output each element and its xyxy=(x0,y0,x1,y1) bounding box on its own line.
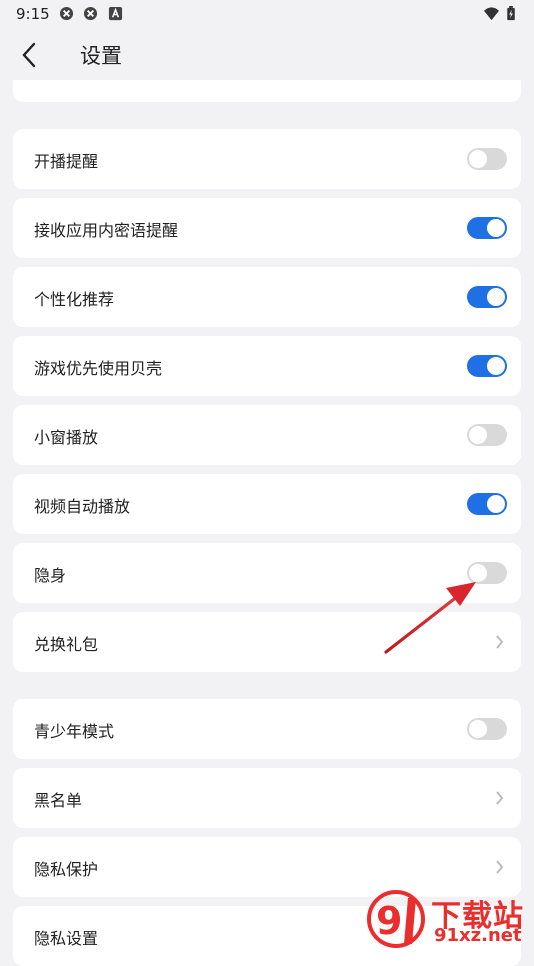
setting-live-reminder[interactable]: 开播提醒 xyxy=(13,129,521,189)
setting-label: 个性化推荐 xyxy=(34,290,115,309)
header: 设置 xyxy=(0,28,534,80)
setting-blacklist[interactable]: 黑名单 xyxy=(13,768,521,828)
status-time: 9:15 xyxy=(16,5,50,23)
video-autoplay-toggle[interactable] xyxy=(467,493,507,515)
setting-label: 小窗播放 xyxy=(34,428,99,447)
setting-label: 兑换礼包 xyxy=(34,635,99,654)
chevron-right-icon xyxy=(496,860,504,874)
wifi-icon xyxy=(484,7,499,21)
status-bar: 9:15 xyxy=(0,0,534,28)
setting-mini-window[interactable]: 小窗播放 xyxy=(13,405,521,465)
setting-label: 青少年模式 xyxy=(34,722,115,741)
toggle-knob xyxy=(487,495,505,513)
setting-label: 游戏优先使用贝壳 xyxy=(34,359,163,378)
mini-window-toggle[interactable] xyxy=(467,424,507,446)
app-notification-icon-2 xyxy=(83,6,98,21)
toggle-knob xyxy=(487,219,505,237)
setting-label: 视频自动播放 xyxy=(34,497,131,516)
whisper-reminder-toggle[interactable] xyxy=(467,217,507,239)
game-shell-priority-toggle[interactable] xyxy=(467,355,507,377)
setting-game-shell-priority[interactable]: 游戏优先使用贝壳 xyxy=(13,336,521,396)
watermark-url: 91xz.net xyxy=(434,925,522,946)
setting-label: 隐私保护 xyxy=(34,860,99,879)
font-notification-icon xyxy=(108,6,123,21)
teen-mode-toggle[interactable] xyxy=(467,718,507,740)
setting-label: 隐私设置 xyxy=(34,929,99,948)
toggle-knob xyxy=(469,720,487,738)
live-reminder-toggle[interactable] xyxy=(467,148,507,170)
annotation-arrow-icon xyxy=(384,582,476,654)
toggle-knob xyxy=(487,357,505,375)
battery-icon xyxy=(507,6,515,21)
setting-video-autoplay[interactable]: 视频自动播放 xyxy=(13,474,521,534)
app-notification-icon xyxy=(59,6,74,21)
toggle-knob xyxy=(487,288,505,306)
chevron-right-icon xyxy=(496,635,504,649)
setting-label: 开播提醒 xyxy=(34,152,99,171)
setting-personalized-recommend[interactable]: 个性化推荐 xyxy=(13,267,521,327)
toggle-knob xyxy=(469,150,487,168)
setting-label: 黑名单 xyxy=(34,791,83,810)
back-arrow-icon[interactable] xyxy=(14,40,44,70)
setting-label: 隐身 xyxy=(34,566,67,585)
toggle-knob xyxy=(469,426,487,444)
setting-teen-mode[interactable]: 青少年模式 xyxy=(13,699,521,759)
setting-label: 接收应用内密语提醒 xyxy=(34,221,179,240)
setting-whisper-reminder[interactable]: 接收应用内密语提醒 xyxy=(13,198,521,258)
svg-text:9: 9 xyxy=(376,899,402,943)
personalized-recommend-toggle[interactable] xyxy=(467,286,507,308)
chevron-right-icon xyxy=(496,791,504,805)
page-title: 设置 xyxy=(80,44,122,68)
